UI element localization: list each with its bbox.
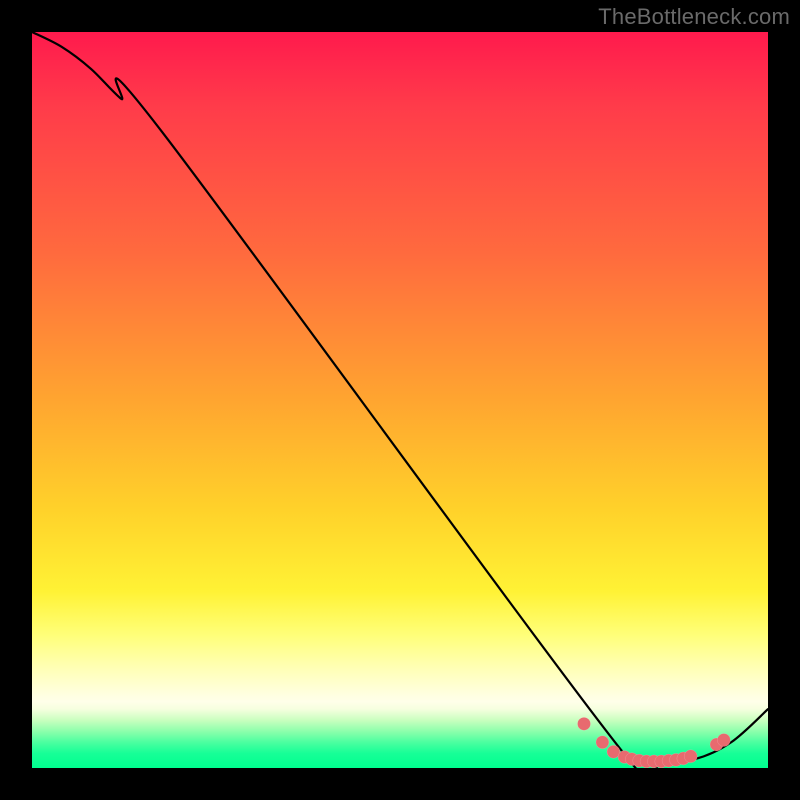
optimal-dot <box>578 717 591 730</box>
optimal-dot <box>684 750 697 763</box>
plot-area <box>32 32 768 768</box>
optimal-dot <box>717 734 730 747</box>
chart-frame: TheBottleneck.com <box>0 0 800 800</box>
optimal-dot <box>596 736 609 749</box>
bottleneck-curve-svg <box>32 32 768 768</box>
watermark-text: TheBottleneck.com <box>598 4 790 30</box>
bottleneck-curve-path <box>32 32 768 768</box>
